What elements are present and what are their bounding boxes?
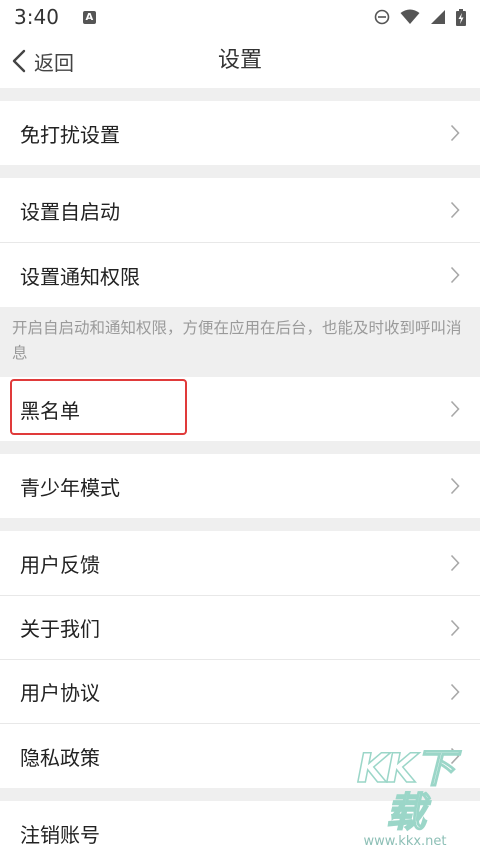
chevron-right-icon	[450, 400, 460, 418]
permission-hint-text: 开启自启动和通知权限，方便在应用在后台，也能及时收到呼叫消息	[12, 319, 462, 362]
row-label: 免打扰设置	[20, 122, 120, 147]
row-label: 设置通知权限	[20, 264, 140, 289]
nav-bar: 返回 设置	[0, 34, 480, 88]
list-item-blacklist[interactable]: 黑名单	[0, 377, 480, 441]
back-button[interactable]: 返回	[12, 34, 74, 88]
list-item-feedback[interactable]: 用户反馈	[0, 531, 480, 595]
chevron-right-icon	[450, 266, 460, 284]
status-time: 3:40	[14, 5, 59, 29]
row-label: 注销账号	[20, 823, 100, 847]
chevron-right-icon	[450, 477, 460, 495]
list-item-user-agreement[interactable]: 用户协议	[0, 660, 480, 723]
chevron-right-icon	[450, 619, 460, 636]
list-item-autostart[interactable]: 设置自启动	[0, 178, 480, 242]
chevron-right-icon	[450, 683, 460, 700]
watermark: KK下载 www.kkx.net	[340, 746, 470, 849]
back-label: 返回	[34, 50, 74, 75]
row-label: 设置自启动	[20, 199, 120, 224]
list-item-youth-mode[interactable]: 青少年模式	[0, 454, 480, 518]
list-item-dnd-settings[interactable]: 免打扰设置	[0, 101, 480, 165]
row-label: 用户反馈	[20, 552, 100, 577]
signal-icon	[431, 10, 445, 24]
chevron-right-icon	[450, 124, 460, 142]
chevron-left-icon	[12, 49, 26, 73]
watermark-url: www.kkx.net	[363, 834, 447, 849]
battery-charging-icon	[456, 8, 466, 26]
row-label: 青少年模式	[20, 475, 120, 500]
chevron-right-icon	[450, 554, 460, 572]
row-label: 关于我们	[20, 617, 100, 641]
app-notification-icon: A	[82, 10, 96, 24]
watermark-logo: KK下载	[356, 746, 456, 836]
row-label: 用户协议	[20, 681, 100, 705]
list-item-notification-permission[interactable]: 设置通知权限	[0, 243, 480, 307]
row-label: 黑名单	[20, 398, 80, 423]
status-bar: 3:40 A	[0, 0, 480, 34]
do-not-disturb-icon	[374, 9, 390, 25]
status-icons	[374, 8, 466, 26]
list-item-about-us[interactable]: 关于我们	[0, 596, 480, 659]
wifi-icon	[400, 9, 420, 24]
row-label: 隐私政策	[20, 745, 100, 770]
chevron-right-icon	[450, 201, 460, 219]
